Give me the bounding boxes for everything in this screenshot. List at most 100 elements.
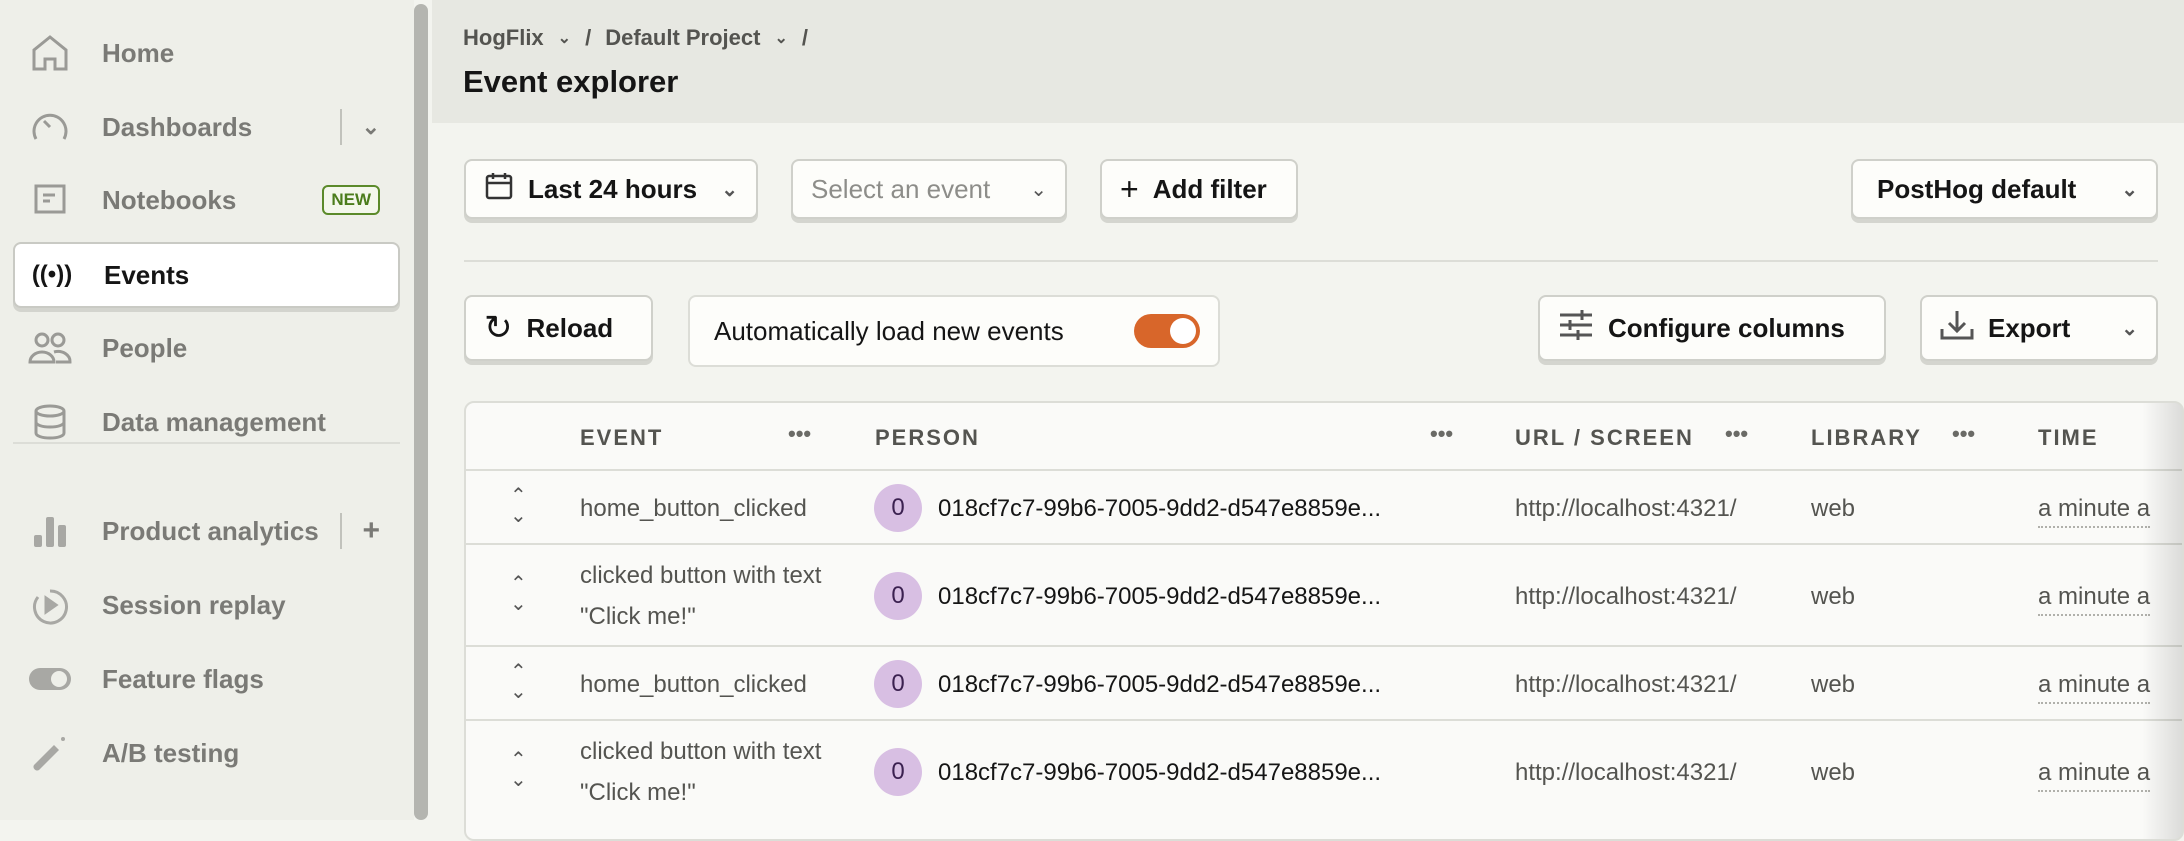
table-row[interactable]: ⌃ ⌄ home_button_clicked 0 018cf7c7-99b6-7… <box>466 469 2182 543</box>
replay-icon <box>27 582 73 628</box>
column-header-url[interactable]: URL / SCREEN <box>1515 425 1694 451</box>
download-icon <box>1940 309 1974 348</box>
bar-chart-icon <box>27 508 73 554</box>
more-icon[interactable]: ••• <box>1430 421 1453 447</box>
library: web <box>1811 671 1856 698</box>
sidebar-item-label: Product analytics <box>102 515 319 546</box>
table-row[interactable]: ⌃ ⌄ clicked button with text "Click me!" … <box>466 719 2182 821</box>
column-header-event[interactable]: EVENT <box>580 425 663 451</box>
events-table: EVENT ••• PERSON ••• URL / SCREEN ••• LI… <box>464 401 2184 841</box>
more-icon[interactable]: ••• <box>1952 421 1975 447</box>
more-icon[interactable]: ••• <box>1725 421 1748 447</box>
sidebar-item-notebooks[interactable]: Notebooks NEW <box>13 167 400 233</box>
breadcrumb: HogFlix ⌄ / Default Project ⌄ / <box>463 25 808 51</box>
events-icon: ((•)) <box>31 261 73 288</box>
configure-columns-button[interactable]: Configure columns <box>1538 295 1886 361</box>
person-id[interactable]: 018cf7c7-99b6-7005-9dd2-d547e8859e... <box>938 488 1381 529</box>
date-range-select[interactable]: Last 24 hours ⌄ <box>464 159 758 219</box>
sidebar-item-home[interactable]: Home <box>13 20 400 86</box>
auto-load-toggle-container[interactable]: Automatically load new events <box>688 295 1220 367</box>
page-title: Event explorer <box>463 64 679 99</box>
sidebar-item-events[interactable]: ((•)) Events <box>13 242 400 308</box>
auto-load-toggle[interactable] <box>1134 314 1200 348</box>
chevron-down-icon: ⌄ <box>2121 178 2138 201</box>
library: web <box>1811 759 1856 786</box>
sidebar-item-label: People <box>102 332 188 363</box>
library: web <box>1811 583 1856 610</box>
table-row[interactable]: ⌃ ⌄ clicked button with text "Click me!" … <box>466 543 2182 645</box>
sidebar-divider <box>13 442 400 444</box>
sidebar-item-label: Dashboards <box>102 111 253 142</box>
avatar: 0 <box>874 484 922 532</box>
reload-button[interactable]: ↻ Reload <box>464 295 653 361</box>
event-name: clicked button with text "Click me!" <box>580 562 822 630</box>
avatar: 0 <box>874 572 922 620</box>
url: http://localhost:4321/ <box>1515 671 1737 698</box>
event-name: home_button_clicked <box>580 495 807 522</box>
chevron-down-icon: ⌄ <box>2121 317 2138 340</box>
more-icon[interactable]: ••• <box>788 421 811 447</box>
sidebar-item-data-management[interactable]: Data management <box>13 389 400 455</box>
timestamp: a minute a <box>2038 492 2151 528</box>
sidebar: Home Dashboards ⌄ Notebooks NEW ((•)) Ev… <box>0 0 414 820</box>
table-row[interactable]: ⌃ ⌄ home_button_clicked 0 018cf7c7-99b6-7… <box>466 645 2182 719</box>
sidebar-item-label: Events <box>104 259 190 290</box>
reload-icon: ↻ <box>484 309 513 347</box>
breadcrumb-project[interactable]: Default Project <box>605 25 760 51</box>
url: http://localhost:4321/ <box>1515 759 1737 786</box>
chevron-down-icon[interactable]: ⌄ <box>362 114 380 140</box>
sidebar-item-session-replay[interactable]: Session replay <box>13 572 400 638</box>
sidebar-item-product-analytics[interactable]: Product analytics + <box>13 498 400 564</box>
timestamp: a minute a <box>2038 668 2151 704</box>
sidebar-item-label: Feature flags <box>102 663 264 694</box>
expand-icon[interactable]: ⌃ ⌄ <box>510 486 527 526</box>
sidebar-item-feature-flags[interactable]: Feature flags <box>13 646 400 712</box>
sidebar-item-people[interactable]: People <box>13 315 400 381</box>
sidebar-item-dashboards[interactable]: Dashboards ⌄ <box>13 94 400 160</box>
avatar: 0 <box>874 660 922 708</box>
chevron-down-icon[interactable]: ⌄ <box>558 28 571 48</box>
scroll-shadow <box>2142 403 2182 839</box>
column-header-person[interactable]: PERSON <box>875 425 980 451</box>
export-button[interactable]: Export ⌄ <box>1920 295 2158 361</box>
breadcrumb-org[interactable]: HogFlix <box>463 25 544 51</box>
expand-icon[interactable]: ⌃ ⌄ <box>510 750 527 790</box>
expand-icon[interactable]: ⌃ ⌄ <box>510 574 527 614</box>
flask-icon <box>27 730 73 776</box>
column-header-time[interactable]: TIME <box>2038 425 2099 451</box>
dashboard-icon <box>27 104 73 150</box>
people-icon <box>27 325 73 371</box>
library: web <box>1811 495 1856 522</box>
sidebar-item-label: A/B testing <box>102 737 240 768</box>
calendar-icon <box>484 171 514 208</box>
timestamp: a minute a <box>2038 756 2151 792</box>
chevron-down-icon: ⌄ <box>721 178 738 201</box>
add-filter-button[interactable]: + Add filter <box>1100 159 1298 219</box>
person-id[interactable]: 018cf7c7-99b6-7005-9dd2-d547e8859e... <box>938 576 1381 617</box>
plus-icon: + <box>1120 170 1139 207</box>
column-header-library[interactable]: LIBRARY <box>1811 425 1922 451</box>
person-id[interactable]: 018cf7c7-99b6-7005-9dd2-d547e8859e... <box>938 664 1381 705</box>
expand-icon[interactable]: ⌃ ⌄ <box>510 662 527 702</box>
sidebar-scrollbar[interactable] <box>414 4 428 820</box>
database-icon <box>27 399 73 445</box>
chevron-down-icon: ⌄ <box>1030 178 1047 201</box>
sidebar-item-label: Data management <box>102 406 326 437</box>
divider <box>464 260 2158 262</box>
plus-icon[interactable]: + <box>362 514 380 548</box>
sliders-icon <box>1558 309 1594 348</box>
page-header: HogFlix ⌄ / Default Project ⌄ / Event expl… <box>432 0 2184 123</box>
person-id[interactable]: 018cf7c7-99b6-7005-9dd2-d547e8859e... <box>938 752 1381 793</box>
columns-preset-select[interactable]: PostHog default ⌄ <box>1851 159 2158 219</box>
chevron-down-icon[interactable]: ⌄ <box>774 28 787 48</box>
url: http://localhost:4321/ <box>1515 495 1737 522</box>
event-select[interactable]: Select an event ⌄ <box>791 159 1067 219</box>
sidebar-item-ab-testing[interactable]: A/B testing <box>13 720 400 786</box>
event-name: home_button_clicked <box>580 671 807 698</box>
toggle-icon <box>27 656 73 702</box>
sidebar-item-label: Home <box>102 37 175 68</box>
avatar: 0 <box>874 748 922 796</box>
event-name: clicked button with text "Click me!" <box>580 738 822 806</box>
notebook-icon <box>27 177 73 223</box>
new-badge: NEW <box>322 185 380 215</box>
